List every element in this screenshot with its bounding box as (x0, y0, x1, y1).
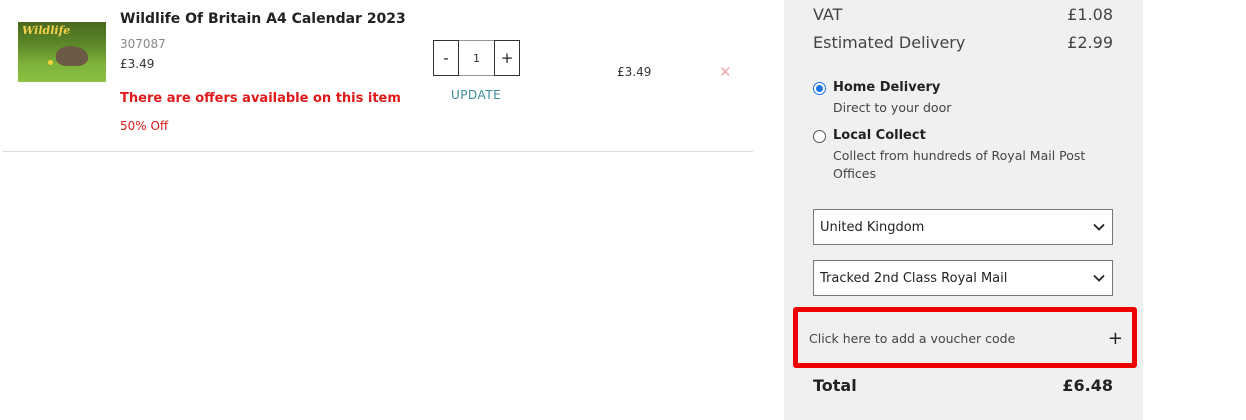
estimated-delivery-label: Estimated Delivery (813, 33, 966, 52)
vat-value: £1.08 (1067, 5, 1113, 24)
discount-label: 50% Off (120, 119, 169, 133)
local-collect-description: Collect from hundreds of Royal Mail Post… (833, 148, 1086, 181)
shipping-method-select[interactable]: Tracked 2nd Class Royal Mail (813, 260, 1113, 296)
country-select[interactable]: United Kingdom (813, 209, 1113, 245)
update-quantity-link[interactable]: UPDATE (451, 88, 501, 102)
home-delivery-description: Direct to your door (833, 100, 952, 115)
product-thumbnail[interactable]: Wildlife (18, 22, 106, 82)
shipping-method-value: Tracked 2nd Class Royal Mail (820, 270, 1008, 286)
chevron-down-icon (1093, 223, 1105, 231)
product-unit-price: £3.49 (120, 57, 155, 71)
cart-item-row: Wildlife Wildlife Of Britain A4 Calendar… (3, 0, 753, 152)
quantity-input[interactable]: 1 (459, 40, 494, 76)
product-title[interactable]: Wildlife Of Britain A4 Calendar 2023 (120, 11, 406, 27)
total-label: Total (813, 376, 857, 395)
chevron-down-icon (1093, 274, 1105, 282)
local-collect-label: Local Collect (833, 128, 926, 143)
line-total-price: £3.49 (617, 65, 652, 79)
vat-row: VAT £1.08 (813, 5, 1113, 24)
local-collect-radio[interactable] (813, 130, 826, 143)
remove-item-icon[interactable]: ✕ (719, 63, 732, 81)
estimated-delivery-value: £2.99 (1067, 33, 1113, 52)
quantity-stepper: - 1 + (433, 40, 520, 76)
voucher-label: Click here to add a voucher code (809, 330, 1016, 346)
quantity-increase-button[interactable]: + (494, 40, 520, 76)
order-summary-panel: VAT £1.08 Estimated Delivery £2.99 Home … (784, 0, 1143, 420)
total-row: Total £6.48 (813, 376, 1113, 395)
plus-icon[interactable]: + (1108, 328, 1125, 349)
estimated-delivery-row: Estimated Delivery £2.99 (813, 33, 1113, 52)
add-voucher-code-toggle[interactable]: Click here to add a voucher code + (809, 324, 1125, 352)
quantity-decrease-button[interactable]: - (433, 40, 459, 76)
home-delivery-label: Home Delivery (833, 80, 941, 95)
thumbnail-hedgehog (56, 46, 88, 66)
product-sku: 307087 (120, 37, 166, 51)
country-select-value: United Kingdom (820, 219, 925, 235)
offers-notice: There are offers available on this item (120, 91, 401, 106)
thumbnail-flower (48, 60, 53, 65)
home-delivery-radio[interactable] (813, 82, 826, 95)
total-value: £6.48 (1062, 376, 1113, 395)
voucher-highlight-box: Click here to add a voucher code + (793, 307, 1137, 368)
vat-label: VAT (813, 5, 843, 24)
thumbnail-logo-text: Wildlife (22, 24, 71, 37)
